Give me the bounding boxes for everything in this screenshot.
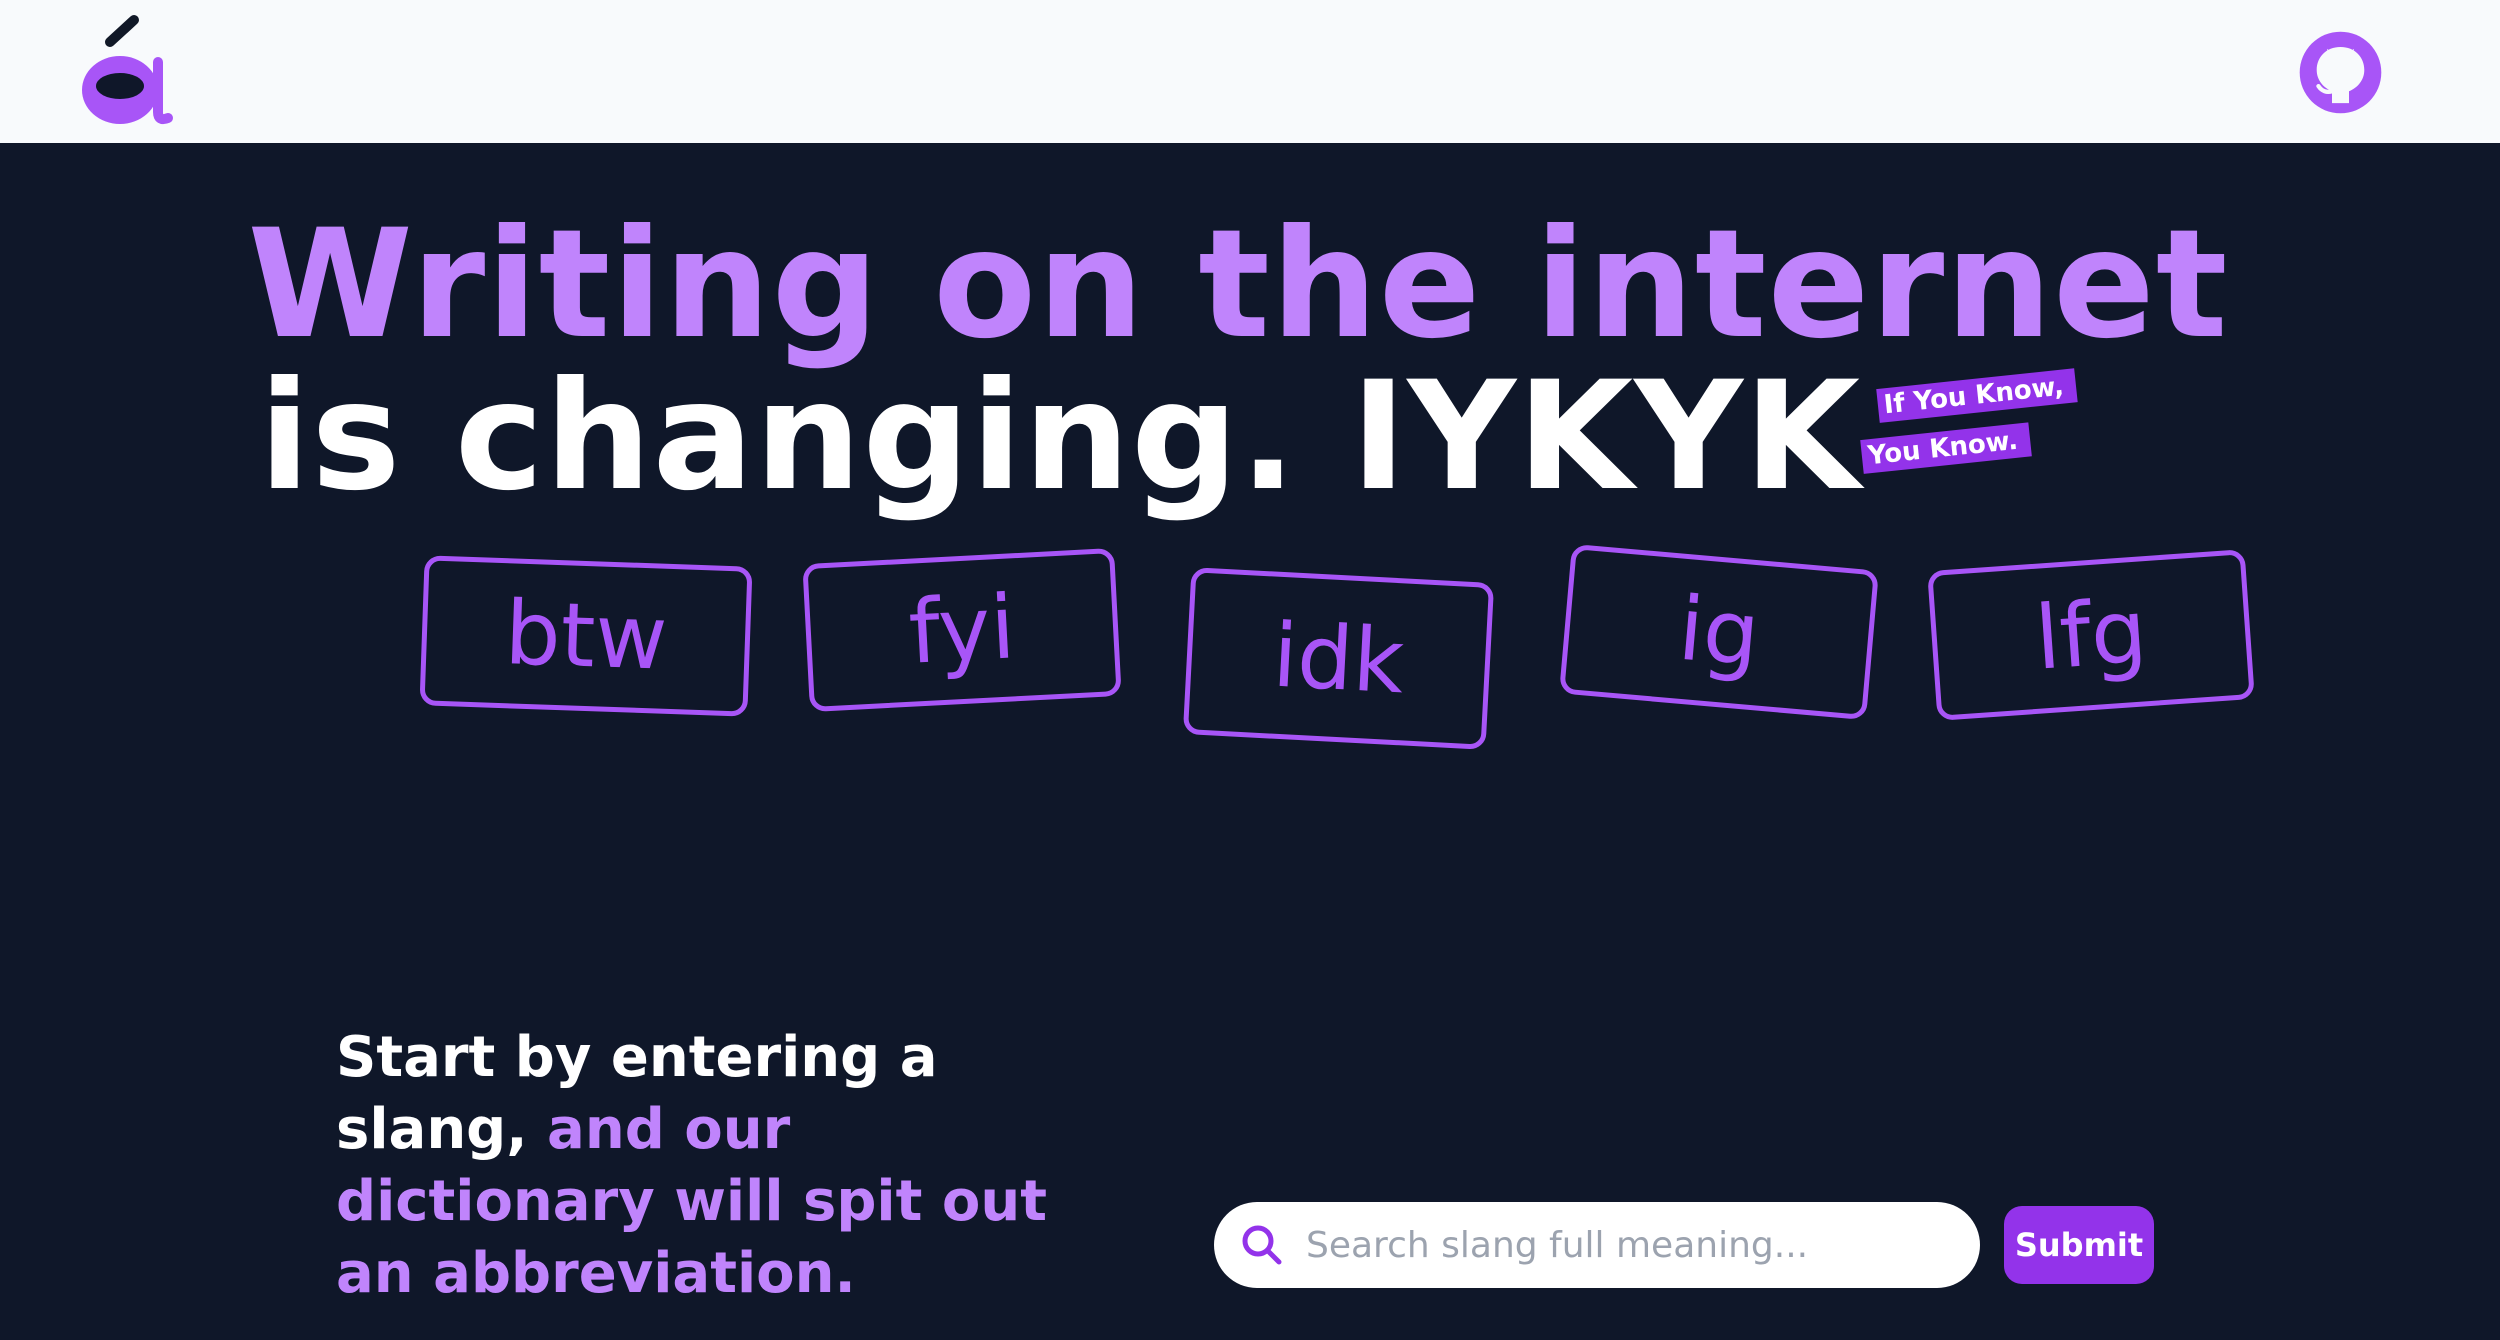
submit-button[interactable]: Submit (2004, 1206, 2154, 1284)
slang-chip-fyi[interactable]: fyi (802, 547, 1122, 713)
github-icon[interactable] (2298, 30, 2383, 115)
slang-chip-idk[interactable]: idk (1182, 567, 1495, 750)
tagline: Start by entering a slang, and our dicti… (336, 1022, 1056, 1310)
search-bar[interactable] (1214, 1202, 1980, 1288)
search-icon (1242, 1225, 1282, 1265)
search-input[interactable] (1304, 1214, 1948, 1276)
top-navbar (0, 0, 2500, 143)
slang-chip-btw[interactable]: btw (419, 555, 753, 717)
a-acute-logo-icon[interactable] (72, 12, 182, 130)
slang-chip-lfg[interactable]: lfg (1927, 549, 2255, 721)
slang-chip-ig[interactable]: ig (1559, 543, 1879, 721)
